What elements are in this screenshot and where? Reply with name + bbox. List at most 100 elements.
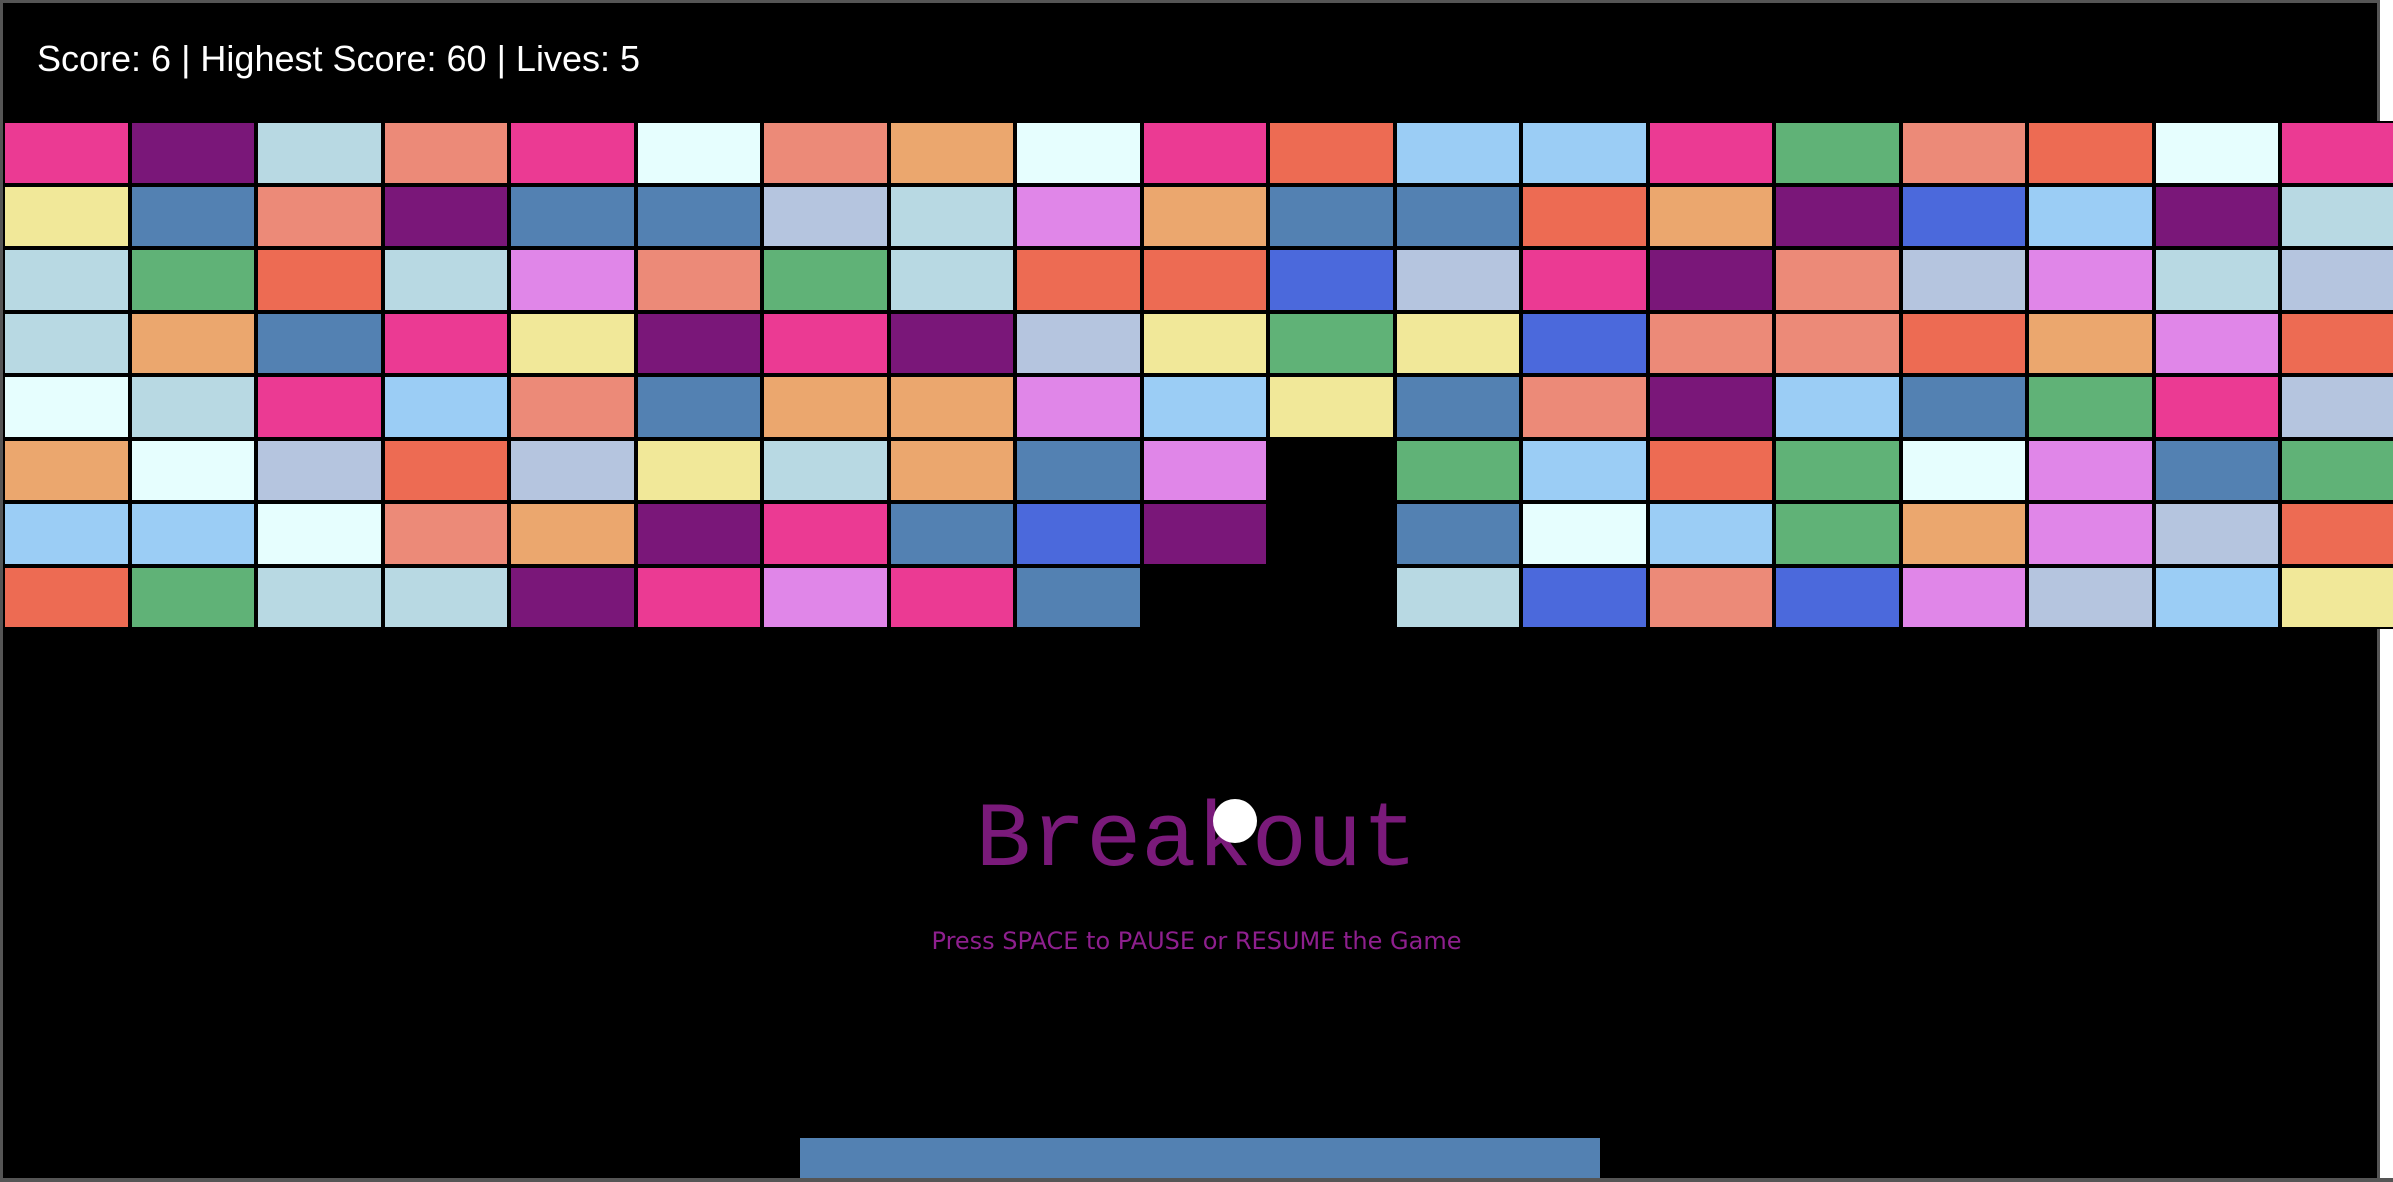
brick: [762, 311, 889, 375]
brick: [1900, 565, 2027, 629]
brick: [1141, 248, 1268, 312]
game-title: Breakout: [975, 788, 1418, 893]
brick: [129, 311, 256, 375]
brick: [1015, 248, 1142, 312]
brick: [3, 184, 130, 248]
brick: [3, 438, 130, 502]
brick: [256, 502, 383, 566]
brick: [3, 375, 130, 439]
brick: [1774, 565, 1901, 629]
brick: [635, 248, 762, 312]
brick: [2153, 438, 2280, 502]
brick: [2153, 248, 2280, 312]
brick: [2027, 502, 2154, 566]
brick: [382, 121, 509, 185]
brick: [1900, 502, 2027, 566]
brick: [1774, 311, 1901, 375]
brick: [1015, 502, 1142, 566]
brick: [888, 311, 1015, 375]
brick: [382, 184, 509, 248]
brick: [1394, 184, 1521, 248]
brick: [1647, 248, 1774, 312]
brick: [1141, 311, 1268, 375]
brick: [1647, 311, 1774, 375]
brick: [1900, 438, 2027, 502]
brick: [888, 248, 1015, 312]
brick: [1141, 375, 1268, 439]
brick: [2153, 311, 2280, 375]
brick: [635, 565, 762, 629]
brick: [2153, 565, 2280, 629]
ball: [1213, 799, 1257, 843]
brick: [1774, 121, 1901, 185]
brick: [129, 248, 256, 312]
brick: [382, 565, 509, 629]
brick: [1774, 184, 1901, 248]
brick: [129, 438, 256, 502]
brick: [129, 121, 256, 185]
brick: [509, 248, 636, 312]
brick: [888, 565, 1015, 629]
brick: [2280, 502, 2393, 566]
brick: [129, 375, 256, 439]
brick: [2153, 375, 2280, 439]
brick: [2027, 184, 2154, 248]
brick: [3, 565, 130, 629]
brick: [3, 502, 130, 566]
brick: [1268, 248, 1395, 312]
brick: [1900, 375, 2027, 439]
brick: [256, 121, 383, 185]
brick: [2027, 565, 2154, 629]
brick: [762, 121, 889, 185]
brick: [1015, 565, 1142, 629]
brick: [888, 502, 1015, 566]
brick: [1647, 438, 1774, 502]
brick: [256, 565, 383, 629]
brick: [888, 184, 1015, 248]
brick: [509, 502, 636, 566]
game-canvas[interactable]: Score: 6 | Highest Score: 60 | Lives: 5 …: [0, 0, 2393, 1182]
brick: [509, 311, 636, 375]
brick: [1900, 248, 2027, 312]
brick: [382, 438, 509, 502]
brick: [2153, 184, 2280, 248]
brick: [1394, 311, 1521, 375]
brick: [762, 184, 889, 248]
brick: [2280, 565, 2393, 629]
brick: [635, 438, 762, 502]
brick: [1521, 565, 1648, 629]
brick: [1268, 375, 1395, 439]
brick: [635, 184, 762, 248]
brick: [1900, 184, 2027, 248]
brick: [635, 375, 762, 439]
brick: [762, 502, 889, 566]
brick: [1774, 375, 1901, 439]
brick: [1268, 184, 1395, 248]
brick: [1268, 311, 1395, 375]
brick: [1774, 248, 1901, 312]
brick: [1521, 184, 1648, 248]
brick: [1774, 438, 1901, 502]
brick: [129, 184, 256, 248]
brick: [256, 248, 383, 312]
brick: [2027, 311, 2154, 375]
brick: [3, 248, 130, 312]
brick: [1394, 248, 1521, 312]
brick: [1647, 502, 1774, 566]
brick: [762, 375, 889, 439]
frame-bottom-border: [0, 1178, 2393, 1182]
brick: [1900, 311, 2027, 375]
brick: [888, 438, 1015, 502]
brick: [382, 311, 509, 375]
brick: [2153, 121, 2280, 185]
brick: [382, 502, 509, 566]
paddle[interactable]: [800, 1138, 1600, 1178]
brick: [1015, 375, 1142, 439]
brick: [2280, 184, 2393, 248]
brick: [1141, 502, 1268, 566]
brick: [1268, 121, 1395, 185]
brick: [129, 565, 256, 629]
brick: [762, 565, 889, 629]
brick: [509, 438, 636, 502]
brick: [1015, 121, 1142, 185]
